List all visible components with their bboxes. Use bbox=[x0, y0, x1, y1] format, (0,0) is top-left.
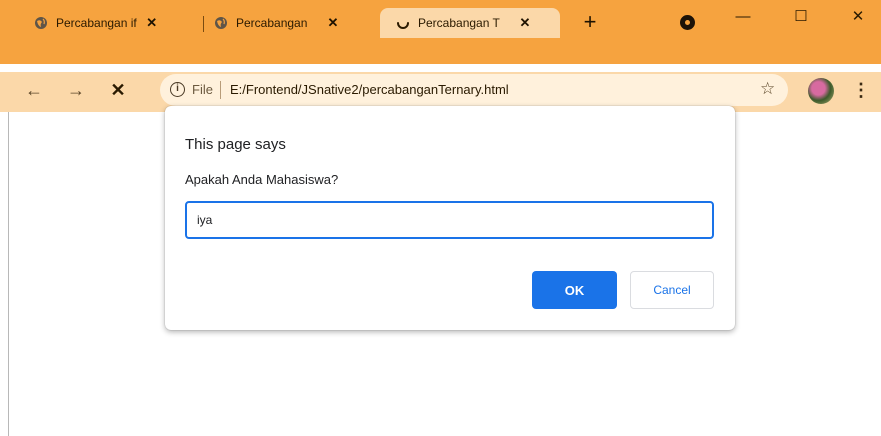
dialog-title: This page says bbox=[185, 136, 286, 153]
tab-title: Percabangan bbox=[236, 16, 308, 30]
scheme-label: File bbox=[192, 82, 213, 97]
url-text[interactable]: E:/Frontend/JSnative2/percabanganTernary… bbox=[230, 82, 509, 97]
maximize-button[interactable]: ☐ bbox=[786, 6, 816, 28]
tab-title: Percabangan if bbox=[56, 16, 137, 30]
loading-spinner-icon bbox=[396, 16, 410, 30]
prompt-dialog: This page says Apakah Anda Mahasiswa? OK… bbox=[165, 106, 735, 330]
dialog-message: Apakah Anda Mahasiswa? bbox=[185, 172, 339, 187]
menu-kebab-icon[interactable]: ⋮ bbox=[852, 78, 870, 102]
browser-window: Percabangan if ✕ Percabangan ✕ Percabang… bbox=[0, 0, 881, 436]
tab-title: Percabangan T bbox=[418, 16, 500, 30]
back-button[interactable]: ← bbox=[22, 78, 46, 102]
new-tab-button[interactable]: + bbox=[578, 10, 602, 34]
address-bar[interactable]: i File E:/Frontend/JSnative2/percabangan… bbox=[160, 74, 788, 106]
globe-icon bbox=[34, 16, 48, 30]
address-divider bbox=[220, 81, 221, 99]
ok-button[interactable]: OK bbox=[532, 271, 617, 309]
tab-percabangan[interactable]: Percabangan ✕ bbox=[214, 10, 374, 36]
tab-close-icon[interactable]: ✕ bbox=[326, 15, 340, 31]
tab-close-icon[interactable]: ✕ bbox=[518, 15, 532, 31]
forward-button[interactable]: → bbox=[64, 78, 88, 102]
tab-percabangan-if[interactable]: Percabangan if ✕ bbox=[34, 10, 194, 36]
info-icon[interactable]: i bbox=[170, 82, 185, 97]
tab-percabangan-ternary[interactable]: Percabangan T ✕ bbox=[396, 10, 556, 36]
page-edge-line bbox=[8, 112, 9, 436]
bookmark-star-icon[interactable]: ☆ bbox=[760, 79, 775, 99]
minimize-button[interactable]: — bbox=[728, 6, 758, 28]
tab-close-icon[interactable]: ✕ bbox=[145, 15, 159, 31]
globe-icon bbox=[214, 16, 228, 30]
stop-loading-button[interactable]: ✕ bbox=[106, 78, 130, 102]
tab-divider bbox=[203, 16, 204, 32]
media-indicator-icon[interactable] bbox=[680, 15, 695, 30]
profile-avatar[interactable] bbox=[808, 78, 834, 104]
close-window-button[interactable]: ✕ bbox=[843, 6, 873, 28]
cancel-button[interactable]: Cancel bbox=[630, 271, 714, 309]
prompt-input[interactable] bbox=[185, 201, 714, 239]
